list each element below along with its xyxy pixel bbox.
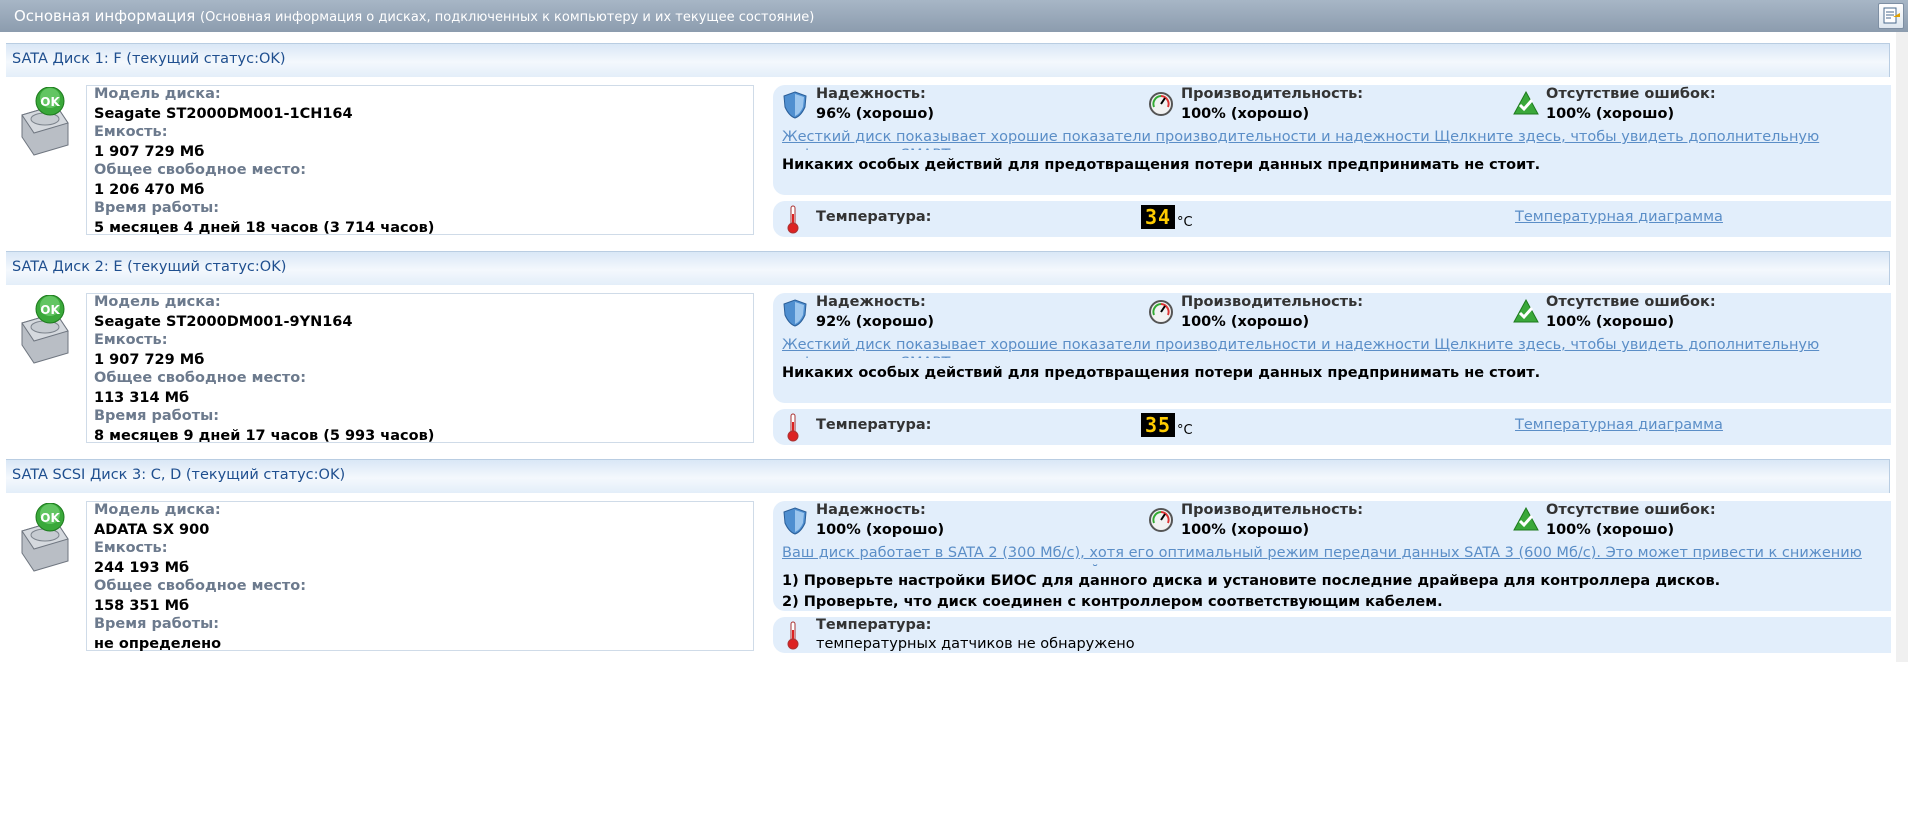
disk-title[interactable]: SATA SCSI Диск 3: C, D (текущий статус:O…	[6, 459, 1890, 493]
performance-label: Производительность:	[1181, 294, 1364, 310]
speedometer-icon	[1149, 508, 1173, 532]
svg-text:OK: OK	[40, 511, 60, 525]
temperature-panel: Температура: 35 °C Температурная диаграм…	[773, 409, 1891, 445]
uptime-value: не определено	[94, 636, 222, 652]
shield-icon	[783, 507, 807, 535]
temperature-label: Температура:	[816, 209, 932, 225]
model-label: Модель диска:	[94, 294, 221, 310]
temperature-panel: Температура: 34 °C Температурная диаграм…	[773, 201, 1891, 237]
free-label: Общее свободное место:	[94, 578, 307, 594]
performance-value: 100% (хорошо)	[1181, 106, 1310, 122]
errors-value: 100% (хорошо)	[1546, 106, 1675, 122]
reliability-value: 96% (хорошо)	[816, 106, 935, 122]
no-sensors-text: температурных датчиков не обнаружено	[816, 636, 1135, 652]
free-value: 113 314 Мб	[94, 390, 190, 406]
reliability-label: Надежность:	[816, 86, 926, 102]
temperature-unit: °C	[1177, 215, 1193, 230]
uptime-value: 5 месяцев 4 дней 18 часов (3 714 часов)	[94, 220, 435, 236]
temperature-chart-link[interactable]: Температурная диаграмма	[1515, 417, 1723, 433]
temperature-panel: Температура: температурных датчиков не о…	[773, 617, 1891, 653]
section-title: Основная информация	[14, 7, 196, 25]
shield-icon	[783, 299, 807, 327]
hdd-ok-icon: OK	[21, 295, 69, 364]
svg-text:OK: OK	[40, 95, 60, 109]
thermometer-icon	[787, 413, 799, 442]
uptime-label: Время работы:	[94, 408, 220, 424]
hdd-ok-icon: OK	[21, 503, 69, 572]
thermometer-icon	[787, 205, 799, 234]
check-triangle-icon	[1513, 299, 1539, 323]
health-panel: Надежность: 100% (хорошо) Производительн…	[773, 501, 1891, 611]
capacity-value: 1 907 729 Мб	[94, 144, 205, 160]
recommendation-text: Никаких особых действий для предотвращен…	[782, 365, 1541, 381]
free-value: 1 206 470 Мб	[94, 182, 205, 198]
disk-panel-2: SATA Диск 2: E (текущий статус:OK) OK Мо…	[0, 251, 1908, 459]
disk-info: Модель диска: Seagate ST2000DM001-1CH164…	[86, 85, 754, 236]
uptime-label: Время работы:	[94, 200, 220, 216]
speedometer-icon	[1149, 92, 1173, 116]
export-report-button[interactable]	[1878, 3, 1904, 29]
recommendation-text: 1) Проверьте настройки БИОС для данного …	[782, 571, 1882, 609]
disk-title[interactable]: SATA Диск 2: E (текущий статус:OK)	[6, 251, 1890, 285]
reliability-label: Надежность:	[816, 294, 926, 310]
errors-label: Отсутствие ошибок:	[1546, 86, 1716, 102]
temperature-label: Температура:	[816, 617, 932, 633]
performance-label: Производительность:	[1181, 86, 1364, 102]
errors-label: Отсутствие ошибок:	[1546, 294, 1716, 310]
free-value: 158 351 Мб	[94, 598, 190, 614]
disk-panel-1: SATA Диск 1: F (текущий статус:OK) OK Мо…	[0, 43, 1908, 251]
temperature-chart-link[interactable]: Температурная диаграмма	[1515, 209, 1723, 225]
health-panel: Надежность: 92% (хорошо) Производительно…	[773, 293, 1891, 403]
free-label: Общее свободное место:	[94, 162, 307, 178]
temperature-unit: °C	[1177, 423, 1193, 438]
errors-label: Отсутствие ошибок:	[1546, 502, 1716, 518]
disk-info: Модель диска: Seagate ST2000DM001-9YN164…	[86, 293, 754, 444]
errors-value: 100% (хорошо)	[1546, 522, 1675, 538]
model-label: Модель диска:	[94, 502, 221, 518]
model-value: ADATA SX 900	[94, 522, 210, 538]
temperature-label: Температура:	[816, 417, 932, 433]
shield-icon	[783, 91, 807, 119]
speedometer-icon	[1149, 300, 1173, 324]
recommendation-text: Никаких особых действий для предотвращен…	[782, 157, 1541, 173]
disk-panel-3: SATA SCSI Диск 3: C, D (текущий статус:O…	[0, 459, 1908, 667]
capacity-value: 244 193 Мб	[94, 560, 190, 576]
check-triangle-icon	[1513, 507, 1539, 531]
sata-mode-warning-link[interactable]: Ваш диск работает в SATA 2 (300 Мб/с), х…	[782, 544, 1882, 566]
reliability-label: Надежность:	[816, 502, 926, 518]
free-label: Общее свободное место:	[94, 370, 307, 386]
section-subtitle: (Основная информация о дисках, подключен…	[200, 10, 815, 25]
disk-title[interactable]: SATA Диск 1: F (текущий статус:OK)	[6, 43, 1890, 77]
report-icon	[1883, 7, 1900, 24]
thermometer-icon	[787, 621, 799, 650]
capacity-label: Емкость:	[94, 540, 168, 556]
svg-text:OK: OK	[40, 303, 60, 317]
uptime-label: Время работы:	[94, 616, 220, 632]
performance-value: 100% (хорошо)	[1181, 314, 1310, 330]
capacity-label: Емкость:	[94, 332, 168, 348]
model-value: Seagate ST2000DM001-9YN164	[94, 314, 353, 330]
recommendation-step-1: 1) Проверьте настройки БИОС для данного …	[782, 573, 1721, 589]
uptime-value: 8 месяцев 9 дней 17 часов (5 993 часов)	[94, 428, 435, 444]
section-header: Основная информация (Основная информация…	[0, 0, 1908, 32]
temperature-display: 35	[1141, 413, 1175, 437]
check-triangle-icon	[1513, 91, 1539, 115]
hdd-ok-icon: OK	[21, 87, 69, 156]
reliability-value: 100% (хорошо)	[816, 522, 945, 538]
smart-details-link[interactable]: Жесткий диск показывает хорошие показате…	[782, 336, 1882, 358]
model-value: Seagate ST2000DM001-1CH164	[94, 106, 353, 122]
capacity-label: Емкость:	[94, 124, 168, 140]
recommendation-step-2: 2) Проверьте, что диск соединен с контро…	[782, 594, 1443, 609]
smart-details-link[interactable]: Жесткий диск показывает хорошие показате…	[782, 128, 1882, 150]
errors-value: 100% (хорошо)	[1546, 314, 1675, 330]
health-panel: Надежность: 96% (хорошо) Производительно…	[773, 85, 1891, 195]
model-label: Модель диска:	[94, 86, 221, 102]
performance-value: 100% (хорошо)	[1181, 522, 1310, 538]
capacity-value: 1 907 729 Мб	[94, 352, 205, 368]
disk-info: Модель диска: ADATA SX 900 Емкость: 244 …	[86, 501, 754, 652]
reliability-value: 92% (хорошо)	[816, 314, 935, 330]
performance-label: Производительность:	[1181, 502, 1364, 518]
temperature-display: 34	[1141, 205, 1175, 229]
